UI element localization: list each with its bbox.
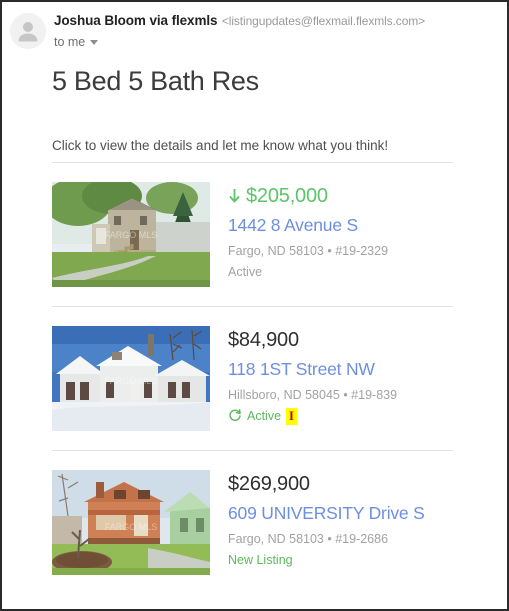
listing-item[interactable]: FARGO MLS $84,900 118 1ST Street NW Hill… xyxy=(52,307,449,450)
chevron-down-icon[interactable] xyxy=(90,39,99,45)
email-subject: 5 Bed 5 Bath Res xyxy=(52,66,259,96)
price-row: $205,000 xyxy=(228,183,388,209)
listing-photo[interactable]: FARGO MLS xyxy=(52,326,210,431)
svg-text:FARGO MLS: FARGO MLS xyxy=(105,230,158,240)
sender-line: Joshua Bloom via flexmls <listingupdates… xyxy=(54,12,495,30)
listing-item[interactable]: FARGO MLS $269,900 609 UNIVERSITY Drive … xyxy=(52,451,449,594)
listing-price: $205,000 xyxy=(246,185,328,207)
property-photo-1: FARGO MLS xyxy=(52,182,210,287)
status-badge: New Listing xyxy=(228,553,293,567)
listing-price: $84,900 xyxy=(228,329,299,351)
refresh-icon xyxy=(229,409,241,421)
price-row: $84,900 xyxy=(228,327,397,353)
sender-name: Joshua Bloom via flexmls xyxy=(54,13,218,28)
listing-address-link[interactable]: 1442 8 Avenue S xyxy=(228,213,388,238)
price-row: $269,900 xyxy=(228,471,425,497)
intro-text: Click to view the details and let me kno… xyxy=(52,138,389,153)
svg-text:FARGO MLS: FARGO MLS xyxy=(105,522,158,532)
listing-item[interactable]: FARGO MLS $205,000 1442 8 Avenue S Fargo… xyxy=(52,163,449,306)
svg-text:FARGO MLS: FARGO MLS xyxy=(105,376,158,386)
status-row: Active xyxy=(228,263,388,281)
email-message-window: Joshua Bloom via flexmls <listingupdates… xyxy=(0,0,509,611)
listing-price: $269,900 xyxy=(228,473,310,495)
property-photo-3: FARGO MLS xyxy=(52,470,210,575)
listing-photo[interactable]: FARGO MLS xyxy=(52,470,210,575)
status-row: New Listing xyxy=(228,551,425,569)
listing-details: $84,900 118 1ST Street NW Hillsboro, ND … xyxy=(228,326,397,431)
avatar[interactable] xyxy=(10,13,46,49)
status-badge: Active xyxy=(228,265,263,279)
highlight-badge: I xyxy=(286,407,297,425)
status-badge: Active xyxy=(247,409,282,423)
status-row: Active I xyxy=(228,407,397,425)
arrow-down-icon xyxy=(229,189,240,203)
listing-photo[interactable]: FARGO MLS xyxy=(52,182,210,287)
person-avatar-icon xyxy=(10,13,46,49)
listing-address-link[interactable]: 118 1ST Street NW xyxy=(228,357,397,382)
recipient-line[interactable]: to me xyxy=(54,34,495,50)
listing-address-link[interactable]: 609 UNIVERSITY Drive S xyxy=(228,501,425,526)
sender-email: <listingupdates@flexmail.flexmls.com> xyxy=(221,14,426,28)
listing-meta: Fargo, ND 58103 • #19-2686 xyxy=(228,532,389,546)
listing-meta: Fargo, ND 58103 • #19-2329 xyxy=(228,244,389,258)
header-text-block: Joshua Bloom via flexmls <listingupdates… xyxy=(54,12,495,50)
email-body: Click to view the details and let me kno… xyxy=(52,137,453,594)
listing-meta: Hillsboro, ND 58045 • #19-839 xyxy=(228,388,398,402)
property-photo-2: FARGO MLS xyxy=(52,326,210,431)
listing-details: $205,000 1442 8 Avenue S Fargo, ND 58103… xyxy=(228,182,388,287)
recipient-label: to me xyxy=(54,35,86,49)
email-header: Joshua Bloom via flexmls <listingupdates… xyxy=(2,2,507,54)
listing-details: $269,900 609 UNIVERSITY Drive S Fargo, N… xyxy=(228,470,425,575)
